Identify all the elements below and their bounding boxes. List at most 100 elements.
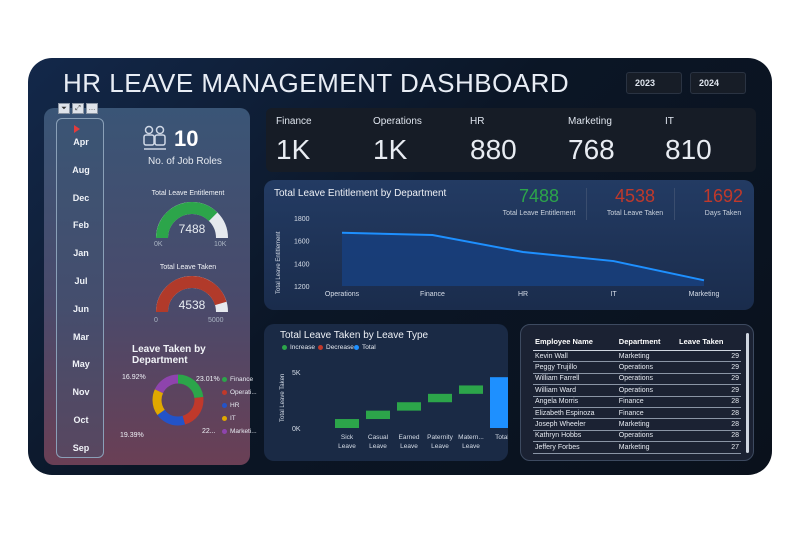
- x-tick-label: Marketing: [689, 291, 720, 298]
- legend-label: Operati...: [230, 389, 257, 396]
- waterfall-bar: [366, 410, 390, 420]
- x-tick-label: Paternity: [427, 434, 453, 441]
- expand-icon[interactable]: ⤢: [72, 103, 84, 114]
- table-cell: Marketing: [616, 441, 678, 454]
- year-slicer-2024[interactable]: 2024: [690, 72, 746, 94]
- table-cell: Kevin Wall: [533, 350, 617, 363]
- visual-toolbar: ⏷ ⤢ …: [58, 103, 98, 114]
- month-item-mar[interactable]: Mar: [57, 332, 105, 342]
- x-tick-label: Leave: [369, 443, 387, 450]
- gauge-entitlement-title: Total Leave Entitlement: [151, 190, 225, 197]
- legend-dot: [222, 429, 227, 434]
- table-cell: Marketing: [616, 350, 678, 363]
- filter-icon[interactable]: ⏷: [58, 103, 70, 114]
- column-header[interactable]: Leave Taken: [677, 335, 741, 351]
- table-cell: 29: [677, 373, 741, 386]
- gauge-taken-title: Total Leave Taken: [159, 264, 217, 271]
- table-cell: 28: [677, 396, 741, 408]
- x-tick-label: Matern...: [458, 434, 484, 441]
- table-row[interactable]: William Farrell Operations 29: [533, 373, 741, 386]
- month-item-feb[interactable]: Feb: [57, 220, 105, 230]
- legend-label: HR: [230, 402, 240, 409]
- month-item-nov[interactable]: Nov: [57, 387, 105, 397]
- waterfall-bar: [459, 385, 483, 394]
- y-tick-label: 5K: [292, 370, 301, 377]
- table-row[interactable]: Angela Morris Finance 28: [533, 396, 741, 408]
- page-title: HR LEAVE MANAGEMENT DASHBOARD: [63, 68, 570, 98]
- waterfall-bar: [397, 402, 421, 411]
- x-tick-label: Earned: [399, 434, 420, 441]
- legend-dot: [222, 377, 227, 382]
- month-item-oct[interactable]: Oct: [57, 415, 105, 425]
- donut-label-c: 19.39%: [120, 432, 144, 439]
- gauge-entitlement-value: 7488: [178, 222, 206, 236]
- waterfall-bar: [335, 419, 359, 428]
- waterfall-bar: [490, 377, 508, 428]
- x-tick-label: HR: [518, 291, 528, 298]
- x-tick-label: Leave: [462, 443, 480, 450]
- kpi-value-marketing: 768: [568, 134, 615, 165]
- table-cell: Marketing: [616, 418, 678, 431]
- gauge-entitlement-min: 0K: [154, 241, 163, 248]
- table-cell: Angela Morris: [533, 396, 617, 408]
- x-tick-label: IT: [610, 291, 617, 298]
- table-cell: Operations: [616, 430, 678, 443]
- table-cell: 27: [677, 441, 741, 454]
- gauge-taken-value: 4538: [178, 298, 206, 312]
- more-icon[interactable]: …: [86, 103, 98, 114]
- month-item-aug[interactable]: Aug: [57, 165, 105, 175]
- donut-legend-item: Finance: [222, 376, 253, 383]
- table-row[interactable]: Kathryn Hobbs Operations 28: [533, 430, 741, 443]
- left-panel: ⏷ ⤢ … Apr Aug Dec Feb Jan Jul Jun Mar May Nov Oct S…: [44, 103, 257, 465]
- line-chart: 1800 1600 1400 1200 Total Leave Entitlement O…: [276, 216, 720, 298]
- x-tick-label: Leave: [400, 443, 418, 450]
- y-axis-label: Total Leave Entitlement: [276, 231, 282, 294]
- month-item-jul[interactable]: Jul: [57, 276, 105, 286]
- table-cell: Joseph Wheeler: [533, 418, 617, 431]
- job-roles-label: No. of Job Roles: [148, 156, 222, 167]
- donut-label-a: 16.92%: [122, 374, 146, 381]
- table-cell: Finance: [616, 396, 678, 408]
- table-cell: 28: [677, 430, 741, 443]
- x-tick-label: Leave: [338, 443, 356, 450]
- month-item-apr[interactable]: Apr: [57, 137, 105, 147]
- month-item-may[interactable]: May: [57, 359, 105, 369]
- y-tick-label: 0K: [292, 426, 301, 433]
- x-tick-label: Operations: [325, 291, 360, 298]
- donut-title: Leave Taken by Department: [132, 344, 206, 366]
- column-header[interactable]: Employee Name: [533, 335, 617, 351]
- table-cell: 29: [677, 361, 741, 374]
- table-row[interactable]: Peggy Trujillo Operations 29: [533, 361, 741, 374]
- table-row[interactable]: Kevin Wall Marketing 29: [533, 350, 741, 363]
- play-icon[interactable]: [74, 125, 80, 133]
- x-tick-label: Finance: [420, 291, 445, 298]
- table-cell: Operations: [616, 373, 678, 386]
- gauge-entitlement-max: 10K: [214, 241, 227, 248]
- table-row[interactable]: William Ward Operations 29: [533, 384, 741, 397]
- table-cell: 29: [677, 350, 741, 363]
- kpi-name-operations: Operations: [373, 116, 422, 127]
- table-row[interactable]: Jeffery Forbes Marketing 27: [533, 441, 741, 454]
- table-scrollbar[interactable]: [746, 333, 749, 453]
- table-row[interactable]: Elizabeth Espinoza Finance 28: [533, 407, 741, 420]
- month-item-dec[interactable]: Dec: [57, 193, 105, 203]
- table-cell: William Farrell: [533, 373, 617, 386]
- legend-label: IT: [230, 415, 236, 422]
- table-cell: Finance: [616, 407, 678, 420]
- month-item-jan[interactable]: Jan: [57, 248, 105, 258]
- donut-legend-item: Operati...: [222, 389, 257, 396]
- dashboard-frame: HR LEAVE MANAGEMENT DASHBOARD 2023 2024 …: [28, 58, 772, 475]
- kpi-name-it: IT: [665, 116, 674, 127]
- waterfall-panel: Total Leave Taken by Leave Type Increase…: [264, 324, 508, 461]
- kpi-name-hr: HR: [470, 116, 485, 127]
- kpi-name-marketing: Marketing: [568, 116, 612, 127]
- x-tick-label: Sick: [341, 434, 354, 441]
- month-item-sep[interactable]: Sep: [57, 443, 105, 453]
- month-item-jun[interactable]: Jun: [57, 304, 105, 314]
- donut-legend-item: HR: [222, 402, 239, 409]
- column-header[interactable]: Department: [616, 335, 678, 351]
- table-cell: William Ward: [533, 384, 617, 397]
- job-roles-value: 10: [174, 126, 199, 151]
- table-row[interactable]: Joseph Wheeler Marketing 28: [533, 418, 741, 431]
- year-slicer-2023[interactable]: 2023: [626, 72, 682, 94]
